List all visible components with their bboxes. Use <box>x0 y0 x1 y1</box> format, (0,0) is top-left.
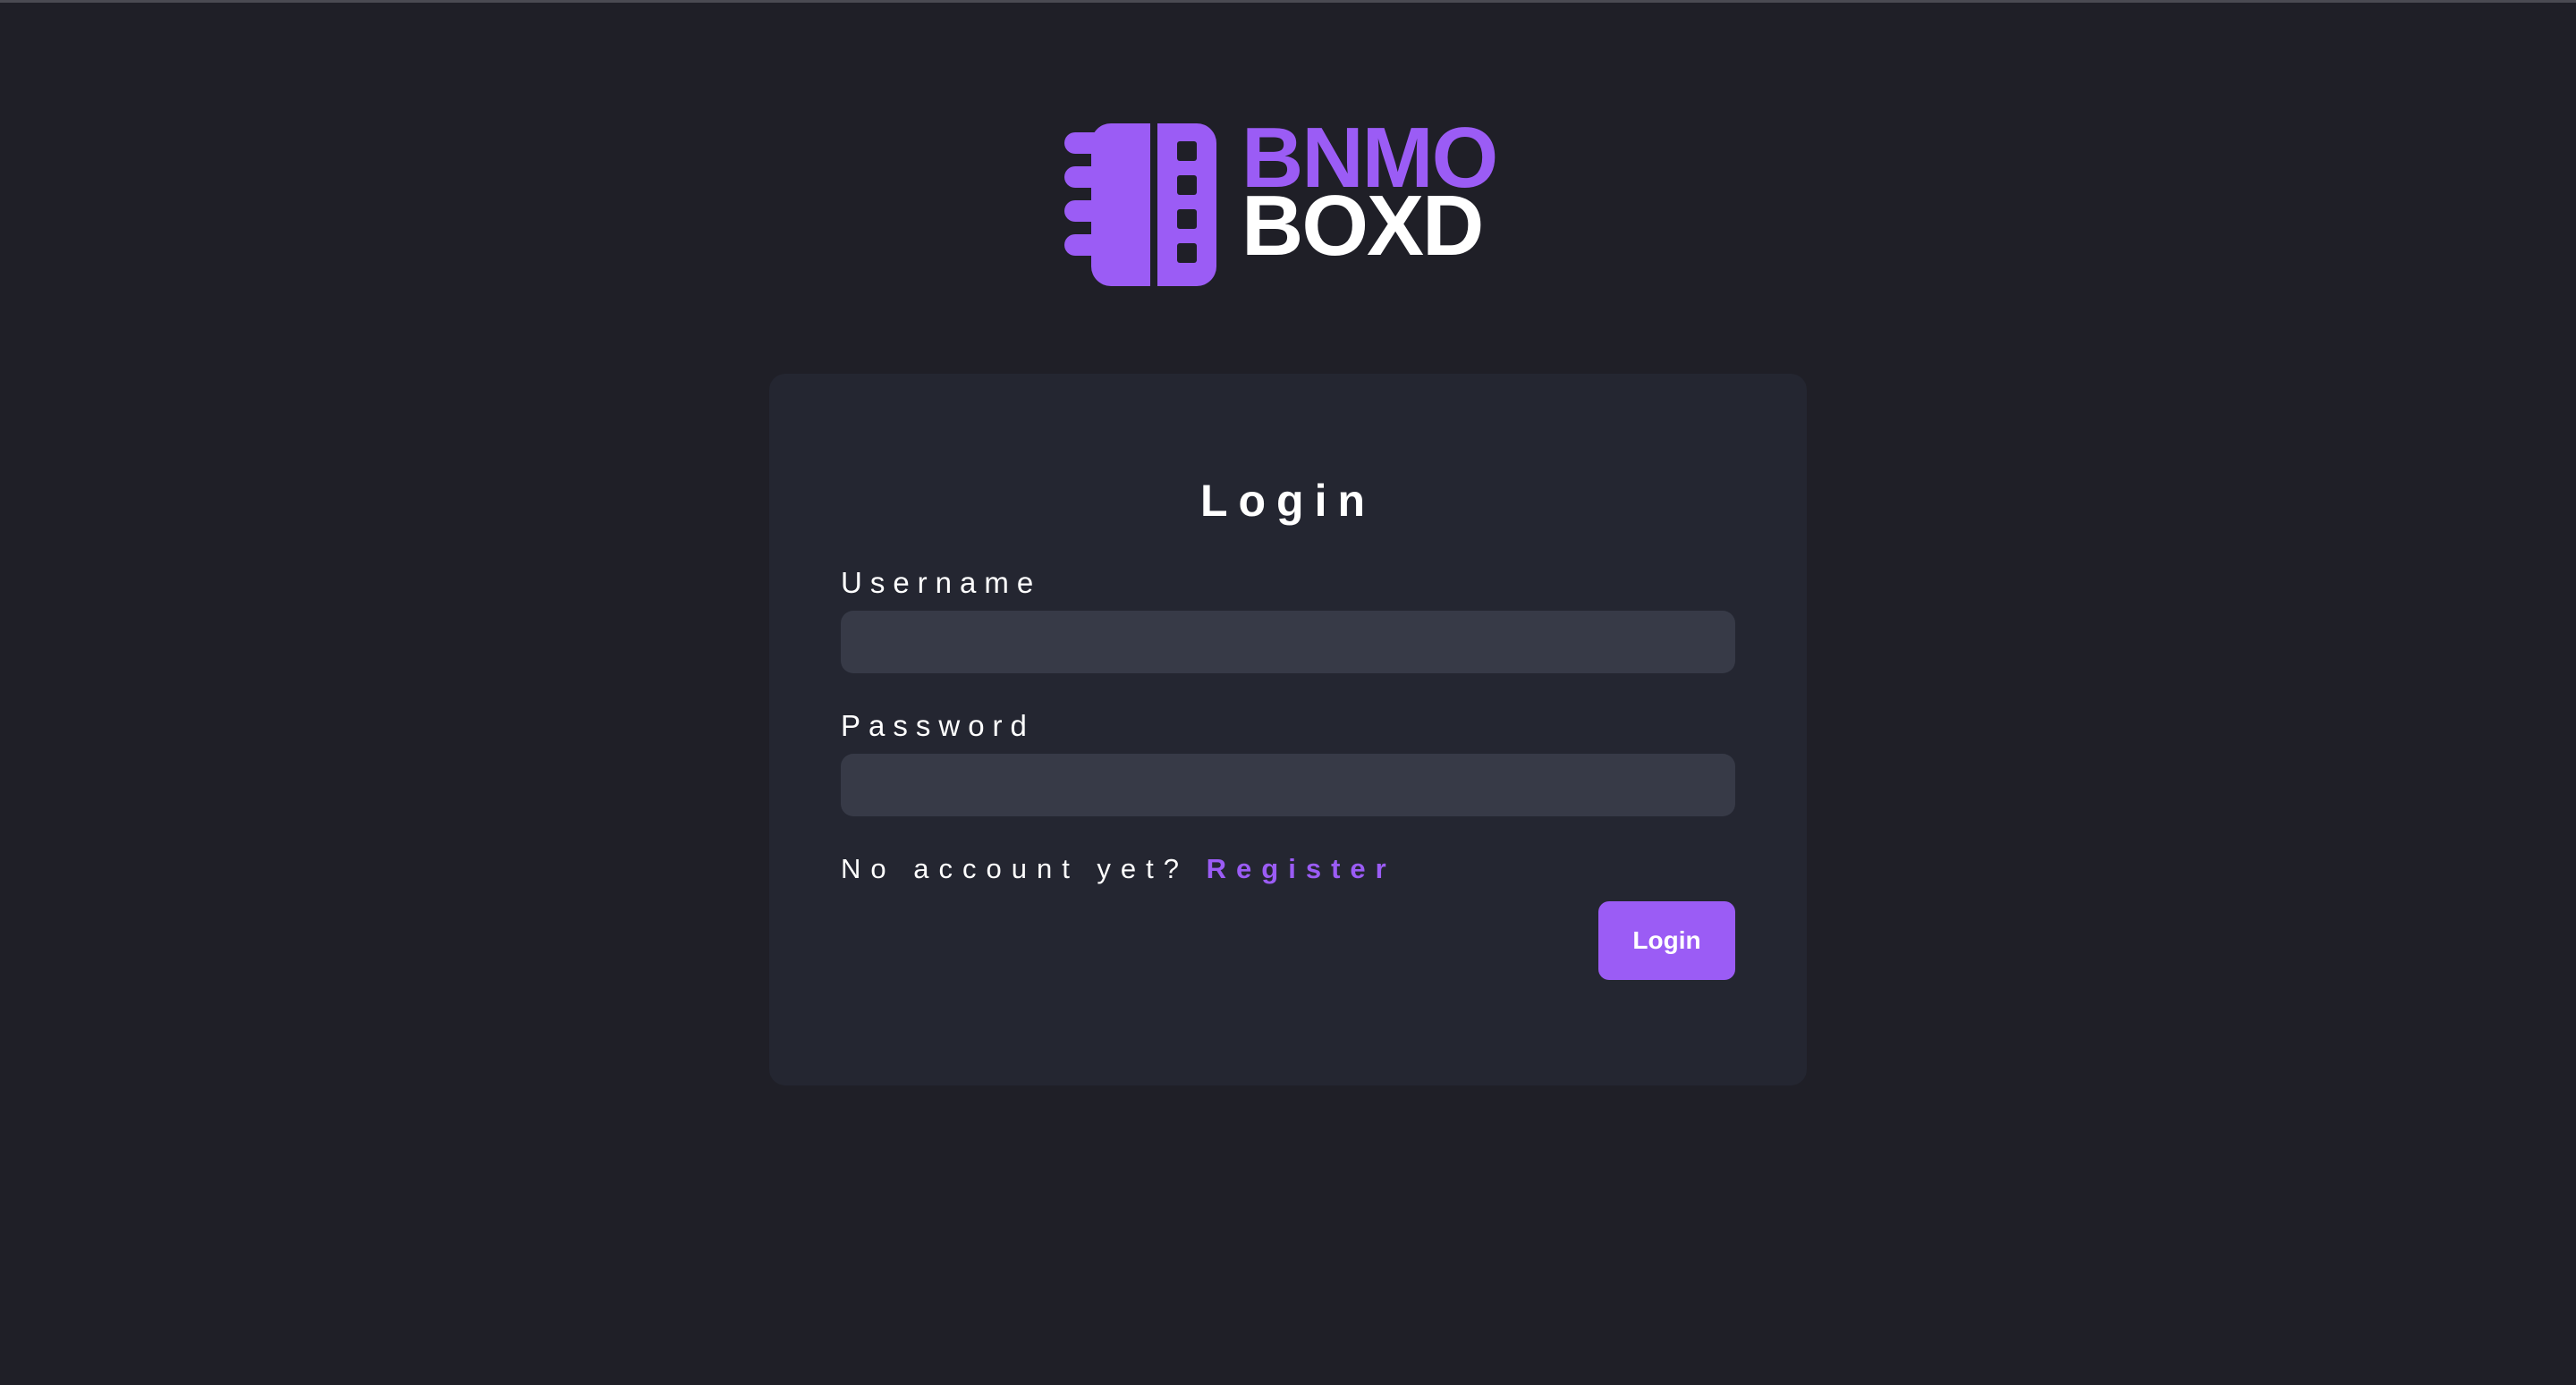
brand-line-2: BOXD <box>1241 178 1484 274</box>
register-prompt-text: No account yet? <box>841 853 1190 884</box>
window-top-border <box>0 0 2576 3</box>
login-button[interactable]: Login <box>1598 901 1735 980</box>
login-page: BNMO BOXD Login Username Password No acc… <box>0 0 2576 1385</box>
username-input[interactable] <box>841 611 1735 673</box>
login-card: Login Username Password No account yet? … <box>769 374 1807 1085</box>
username-label: Username <box>841 566 1042 599</box>
brand-logo: BNMO BOXD <box>1064 115 1530 286</box>
password-input[interactable] <box>841 754 1735 816</box>
register-link[interactable]: Register <box>1207 853 1396 884</box>
password-label: Password <box>841 709 1035 742</box>
page-title: Login <box>1199 476 1377 526</box>
register-prompt-row: No account yet? Register <box>841 851 1396 887</box>
brand-wordmark: BNMO BOXD <box>1241 115 1498 274</box>
film-strip-icon <box>1064 123 1216 286</box>
